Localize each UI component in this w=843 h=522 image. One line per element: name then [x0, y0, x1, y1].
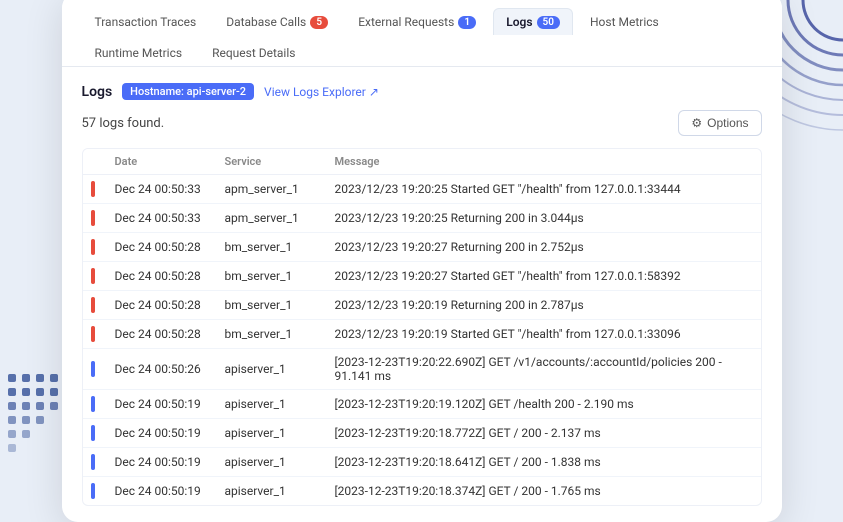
log-level-indicator	[91, 210, 95, 226]
log-message: [2023-12-23T19:20:19.120Z] GET /health 2…	[327, 390, 761, 419]
table-row[interactable]: Dec 24 00:50:33apm_server_12023/12/23 19…	[83, 204, 761, 233]
table-row[interactable]: Dec 24 00:50:19apiserver_1[2023-12-23T19…	[83, 419, 761, 448]
external-link-icon: ↗	[369, 85, 379, 99]
main-card: Transaction Traces Database Calls 5 Exte…	[62, 0, 782, 522]
table-row[interactable]: Dec 24 00:50:28bm_server_12023/12/23 19:…	[83, 291, 761, 320]
log-level-indicator	[91, 396, 95, 412]
hostname-badge: Hostname: api-server-2	[122, 83, 254, 100]
col-header-service: Service	[217, 149, 327, 175]
tab-host-metrics[interactable]: Host Metrics	[577, 8, 672, 35]
col-header-message: Message	[327, 149, 761, 175]
log-message: 2023/12/23 19:20:27 Returning 200 in 2.7…	[327, 233, 761, 262]
log-service: apiserver_1	[217, 419, 327, 448]
col-header-date: Date	[107, 149, 217, 175]
stats-row: 57 logs found. ⚙ Options	[82, 110, 762, 136]
tab-label: External Requests	[358, 15, 454, 29]
log-service: bm_server_1	[217, 291, 327, 320]
tab-badge-database-calls: 5	[310, 16, 328, 29]
tab-runtime-metrics[interactable]: Runtime Metrics	[82, 39, 196, 66]
log-date: Dec 24 00:50:19	[107, 419, 217, 448]
log-date: Dec 24 00:50:19	[107, 477, 217, 506]
log-message: 2023/12/23 19:20:19 Started GET "/health…	[327, 320, 761, 349]
log-service: apiserver_1	[217, 448, 327, 477]
tab-label: Runtime Metrics	[95, 46, 183, 60]
tab-label: Host Metrics	[590, 15, 659, 29]
log-service: bm_server_1	[217, 233, 327, 262]
log-level-indicator	[91, 268, 95, 284]
tab-label: Transaction Traces	[95, 15, 197, 29]
tab-label: Logs	[506, 15, 532, 29]
logs-table: Date Service Message Dec 24 00:50:33apm_…	[83, 149, 761, 505]
log-message: 2023/12/23 19:20:25 Started GET "/health…	[327, 175, 761, 204]
log-service: apiserver_1	[217, 477, 327, 506]
log-message: [2023-12-23T19:20:22.690Z] GET /v1/accou…	[327, 349, 761, 390]
gear-icon: ⚙	[691, 116, 702, 130]
view-logs-link[interactable]: View Logs Explorer ↗	[264, 85, 379, 99]
table-row[interactable]: Dec 24 00:50:19apiserver_1[2023-12-23T19…	[83, 448, 761, 477]
tabs-bar: Transaction Traces Database Calls 5 Exte…	[62, 0, 782, 67]
log-level-indicator	[91, 454, 95, 470]
view-logs-link-text: View Logs Explorer	[264, 85, 366, 99]
logs-count: 57 logs found.	[82, 116, 165, 131]
log-service: bm_server_1	[217, 262, 327, 291]
log-service: apiserver_1	[217, 390, 327, 419]
tab-external-requests[interactable]: External Requests 1	[345, 8, 489, 35]
log-message: 2023/12/23 19:20:27 Started GET "/health…	[327, 262, 761, 291]
logs-header: Logs Hostname: api-server-2 View Logs Ex…	[82, 83, 762, 100]
log-date: Dec 24 00:50:28	[107, 320, 217, 349]
log-date: Dec 24 00:50:19	[107, 448, 217, 477]
table-row[interactable]: Dec 24 00:50:33apm_server_12023/12/23 19…	[83, 175, 761, 204]
log-message: [2023-12-23T19:20:18.374Z] GET / 200 - 1…	[327, 477, 761, 506]
log-service: apm_server_1	[217, 175, 327, 204]
options-button[interactable]: ⚙ Options	[678, 110, 761, 136]
table-row[interactable]: Dec 24 00:50:28bm_server_12023/12/23 19:…	[83, 320, 761, 349]
log-service: apiserver_1	[217, 349, 327, 390]
table-row[interactable]: Dec 24 00:50:26apiserver_1[2023-12-23T19…	[83, 349, 761, 390]
log-date: Dec 24 00:50:33	[107, 204, 217, 233]
log-date: Dec 24 00:50:26	[107, 349, 217, 390]
tab-transaction-traces[interactable]: Transaction Traces	[82, 8, 210, 35]
log-message: 2023/12/23 19:20:25 Returning 200 in 3.0…	[327, 204, 761, 233]
tab-label: Request Details	[212, 46, 295, 60]
table-row[interactable]: Dec 24 00:50:19apiserver_1[2023-12-23T19…	[83, 390, 761, 419]
tab-badge-logs: 50	[537, 16, 560, 29]
table-row[interactable]: Dec 24 00:50:28bm_server_12023/12/23 19:…	[83, 233, 761, 262]
table-row[interactable]: Dec 24 00:50:19apiserver_1[2023-12-23T19…	[83, 477, 761, 506]
table-row[interactable]: Dec 24 00:50:28bm_server_12023/12/23 19:…	[83, 262, 761, 291]
tab-logs[interactable]: Logs 50	[493, 8, 573, 35]
log-level-indicator	[91, 181, 95, 197]
log-message: 2023/12/23 19:20:19 Returning 200 in 2.7…	[327, 291, 761, 320]
log-service: bm_server_1	[217, 320, 327, 349]
log-date: Dec 24 00:50:33	[107, 175, 217, 204]
content-area: Logs Hostname: api-server-2 View Logs Ex…	[62, 67, 782, 522]
tab-database-calls[interactable]: Database Calls 5	[213, 8, 341, 35]
log-service: apm_server_1	[217, 204, 327, 233]
options-button-label: Options	[707, 116, 748, 130]
log-level-indicator	[91, 361, 95, 377]
logs-table-container: Date Service Message Dec 24 00:50:33apm_…	[82, 148, 762, 506]
log-message: [2023-12-23T19:20:18.641Z] GET / 200 - 1…	[327, 448, 761, 477]
log-date: Dec 24 00:50:19	[107, 390, 217, 419]
log-date: Dec 24 00:50:28	[107, 291, 217, 320]
tab-label: Database Calls	[226, 15, 306, 29]
log-level-indicator	[91, 239, 95, 255]
tab-request-details[interactable]: Request Details	[199, 39, 308, 66]
log-level-indicator	[91, 425, 95, 441]
log-level-indicator	[91, 326, 95, 342]
log-message: [2023-12-23T19:20:18.772Z] GET / 200 - 2…	[327, 419, 761, 448]
log-level-indicator	[91, 483, 95, 499]
tab-badge-external-requests: 1	[458, 16, 476, 29]
log-level-indicator	[91, 297, 95, 313]
log-date: Dec 24 00:50:28	[107, 233, 217, 262]
logs-section-title: Logs	[82, 84, 113, 100]
log-date: Dec 24 00:50:28	[107, 262, 217, 291]
